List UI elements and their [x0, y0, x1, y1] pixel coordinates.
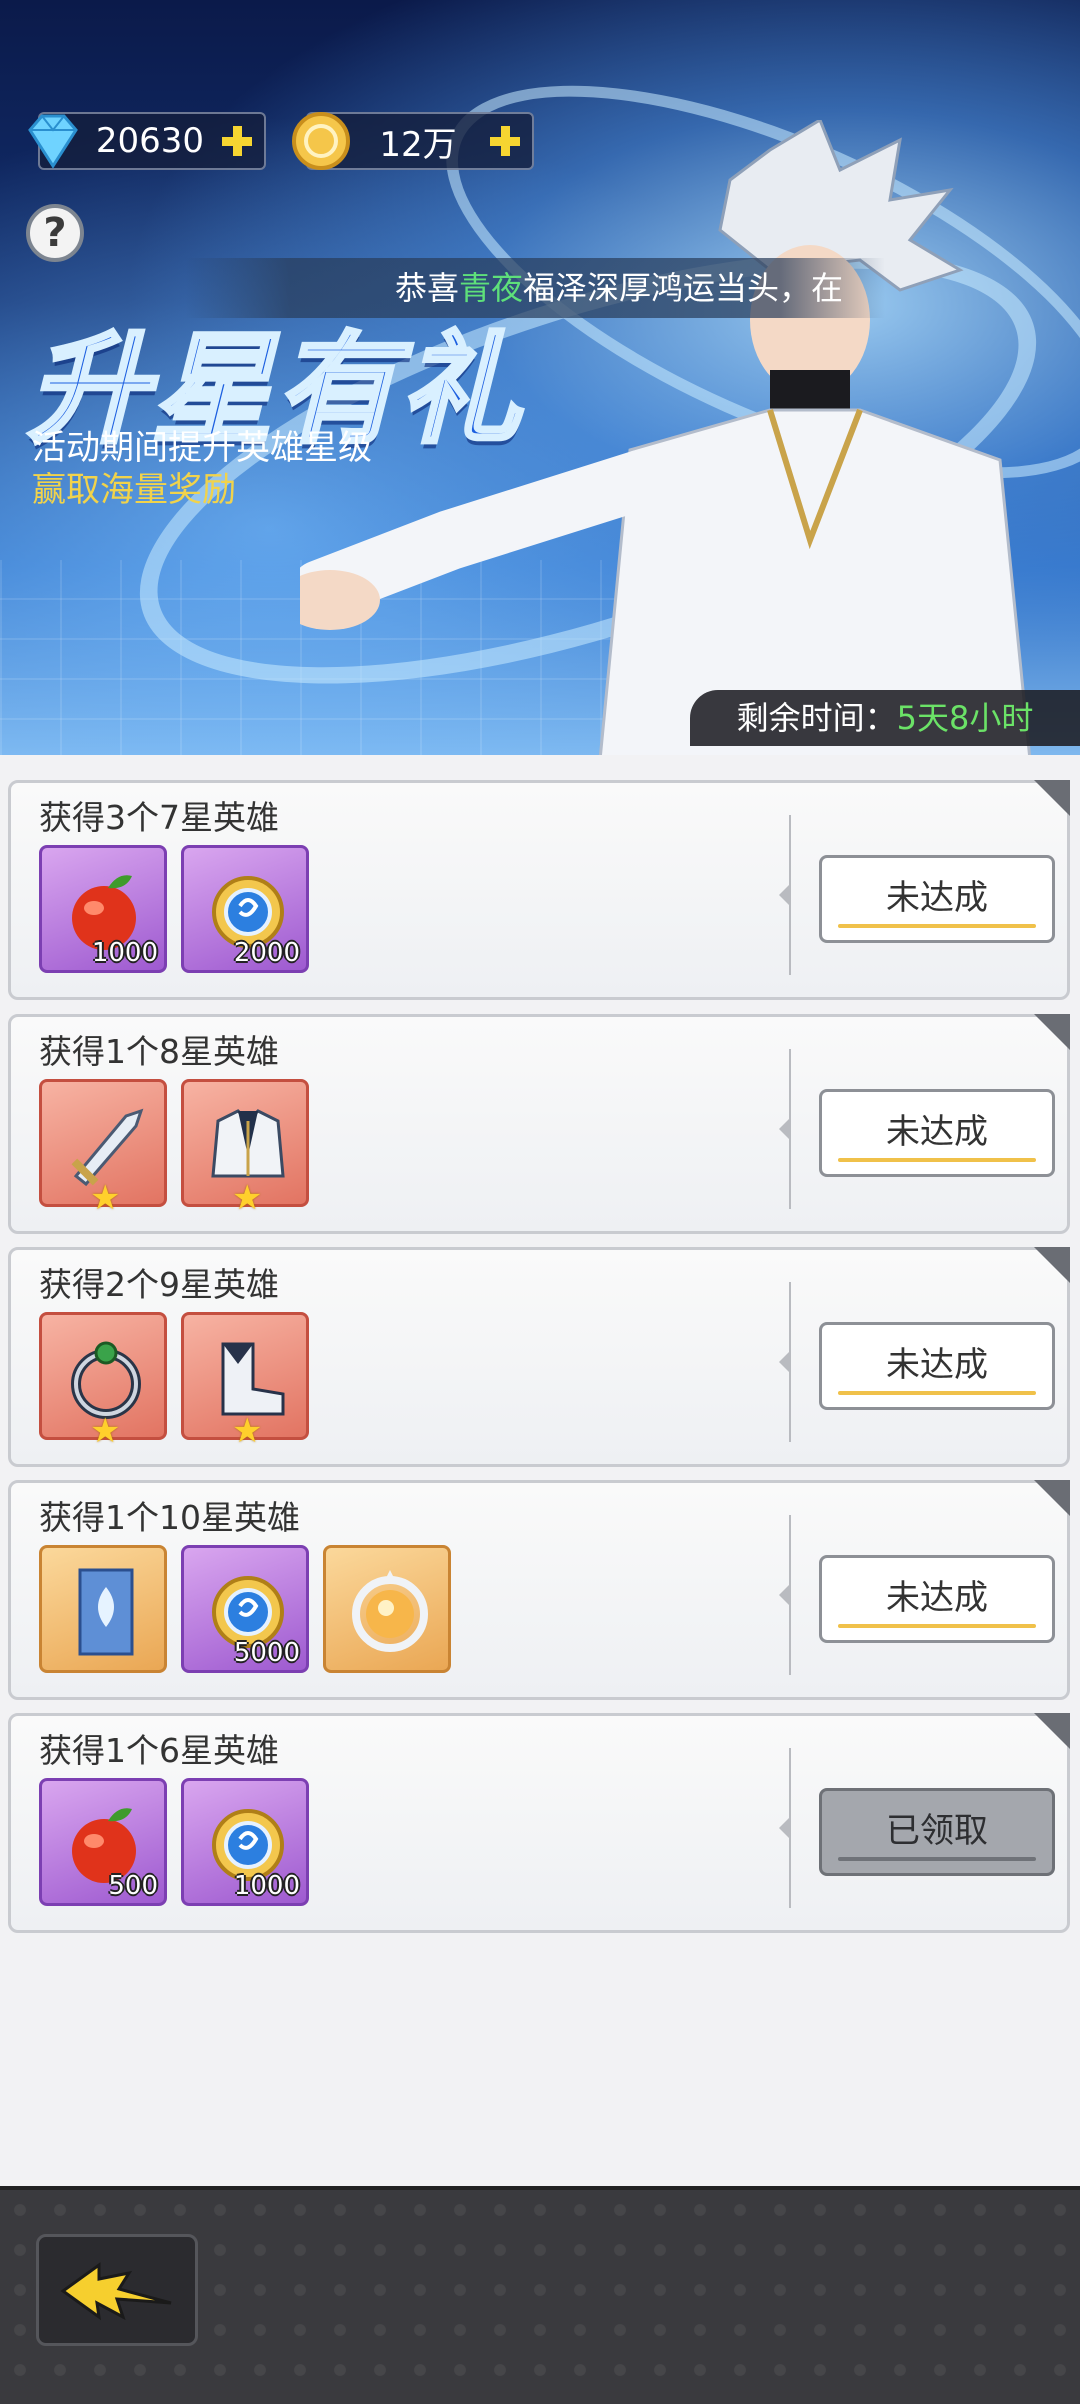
task-status-button[interactable]: 未达成: [819, 855, 1055, 943]
reward-item[interactable]: ★: [181, 1079, 309, 1218]
timer-label: 剩余时间：: [736, 699, 897, 737]
reward-list: 5000: [39, 1545, 451, 1673]
task-status-button[interactable]: 未达成: [819, 1089, 1055, 1177]
reward-item[interactable]: 1000: [39, 845, 167, 973]
back-button[interactable]: [36, 2234, 198, 2346]
task-row: 获得1个8星英雄 ★ ★ 未达成: [8, 1014, 1070, 1234]
divider: [789, 1748, 791, 1908]
task-status-button[interactable]: 已领取: [819, 1788, 1055, 1876]
task-title: 获得1个6星英雄: [39, 1731, 279, 1770]
reward-item[interactable]: ★: [39, 1312, 167, 1451]
back-arrow-icon: [60, 2262, 172, 2321]
task-status-button[interactable]: 未达成: [819, 1555, 1055, 1643]
banner-icon: [78, 1568, 134, 1656]
reward-item[interactable]: 500: [39, 1778, 167, 1906]
task-row: 获得1个6星英雄 500 1000 已领取: [8, 1713, 1070, 1933]
divider: [789, 1049, 791, 1209]
reward-item[interactable]: 5000: [181, 1545, 309, 1673]
task-title: 获得1个8星英雄: [39, 1032, 279, 1071]
star-icon: ★: [232, 1411, 263, 1451]
divider-notch: [779, 1818, 789, 1838]
diamond-counter: 20630: [28, 112, 266, 170]
divider: [789, 1515, 791, 1675]
reward-count: 5000: [233, 1638, 300, 1668]
timer-value: 5天8小时: [896, 699, 1034, 737]
reward-list: 500 1000: [39, 1778, 309, 1906]
star-icon: ★: [232, 1178, 263, 1218]
task-row: 获得1个10星英雄 5000 未达成: [8, 1480, 1070, 1700]
reward-item[interactable]: ★: [39, 1079, 167, 1218]
gold-coin-icon: [292, 112, 350, 170]
reward-item[interactable]: [39, 1545, 167, 1673]
diamond-icon: [28, 114, 78, 169]
coin-counter: 12万: [292, 112, 534, 170]
remaining-time: 剩余时间：5天8小时: [690, 690, 1080, 746]
orb-icon: [352, 1570, 428, 1652]
event-reward-tagline: 赢取海量奖励: [32, 470, 236, 510]
reward-count: 1000: [91, 938, 158, 968]
task-row: 获得2个9星英雄 ★ ★ 未达成: [8, 1247, 1070, 1467]
reward-item[interactable]: 1000: [181, 1778, 309, 1906]
divider: [789, 1282, 791, 1442]
divider-notch: [779, 1585, 789, 1605]
divider: [789, 815, 791, 975]
event-banner: 20630 12万 ? 恭喜青夜福泽深厚鸿运当头，在 升星有礼 活动期间提升英雄…: [0, 0, 1080, 755]
divider-notch: [779, 1119, 789, 1139]
task-title: 获得1个10星英雄: [39, 1498, 300, 1537]
reward-list: ★ ★: [39, 1079, 309, 1218]
task-title: 获得2个9星英雄: [39, 1265, 279, 1304]
add-coins-button[interactable]: [488, 124, 522, 158]
reward-count: 2000: [233, 938, 300, 968]
star-icon: ★: [90, 1411, 121, 1451]
reward-list: 1000 2000: [39, 845, 309, 973]
question-icon: ?: [43, 210, 67, 256]
reward-item[interactable]: 2000: [181, 845, 309, 973]
reward-item[interactable]: ★: [181, 1312, 309, 1451]
divider-notch: [779, 1352, 789, 1372]
marquee-text-suffix: 福泽深厚鸿运当头，在: [523, 269, 844, 307]
reward-item[interactable]: [323, 1545, 451, 1673]
star-icon: ★: [90, 1178, 121, 1218]
task-status-button[interactable]: 未达成: [819, 1322, 1055, 1410]
divider-notch: [779, 885, 789, 905]
task-row: 获得3个7星英雄 1000 2000 未达成: [8, 780, 1070, 1000]
add-diamonds-button[interactable]: [220, 124, 254, 158]
reward-count: 500: [108, 1871, 158, 1901]
reward-list: ★ ★: [39, 1312, 309, 1451]
help-button[interactable]: ?: [26, 204, 84, 262]
reward-count: 1000: [233, 1871, 300, 1901]
task-title: 获得3个7星英雄: [39, 798, 279, 837]
bottom-bar: [0, 2186, 1080, 2404]
